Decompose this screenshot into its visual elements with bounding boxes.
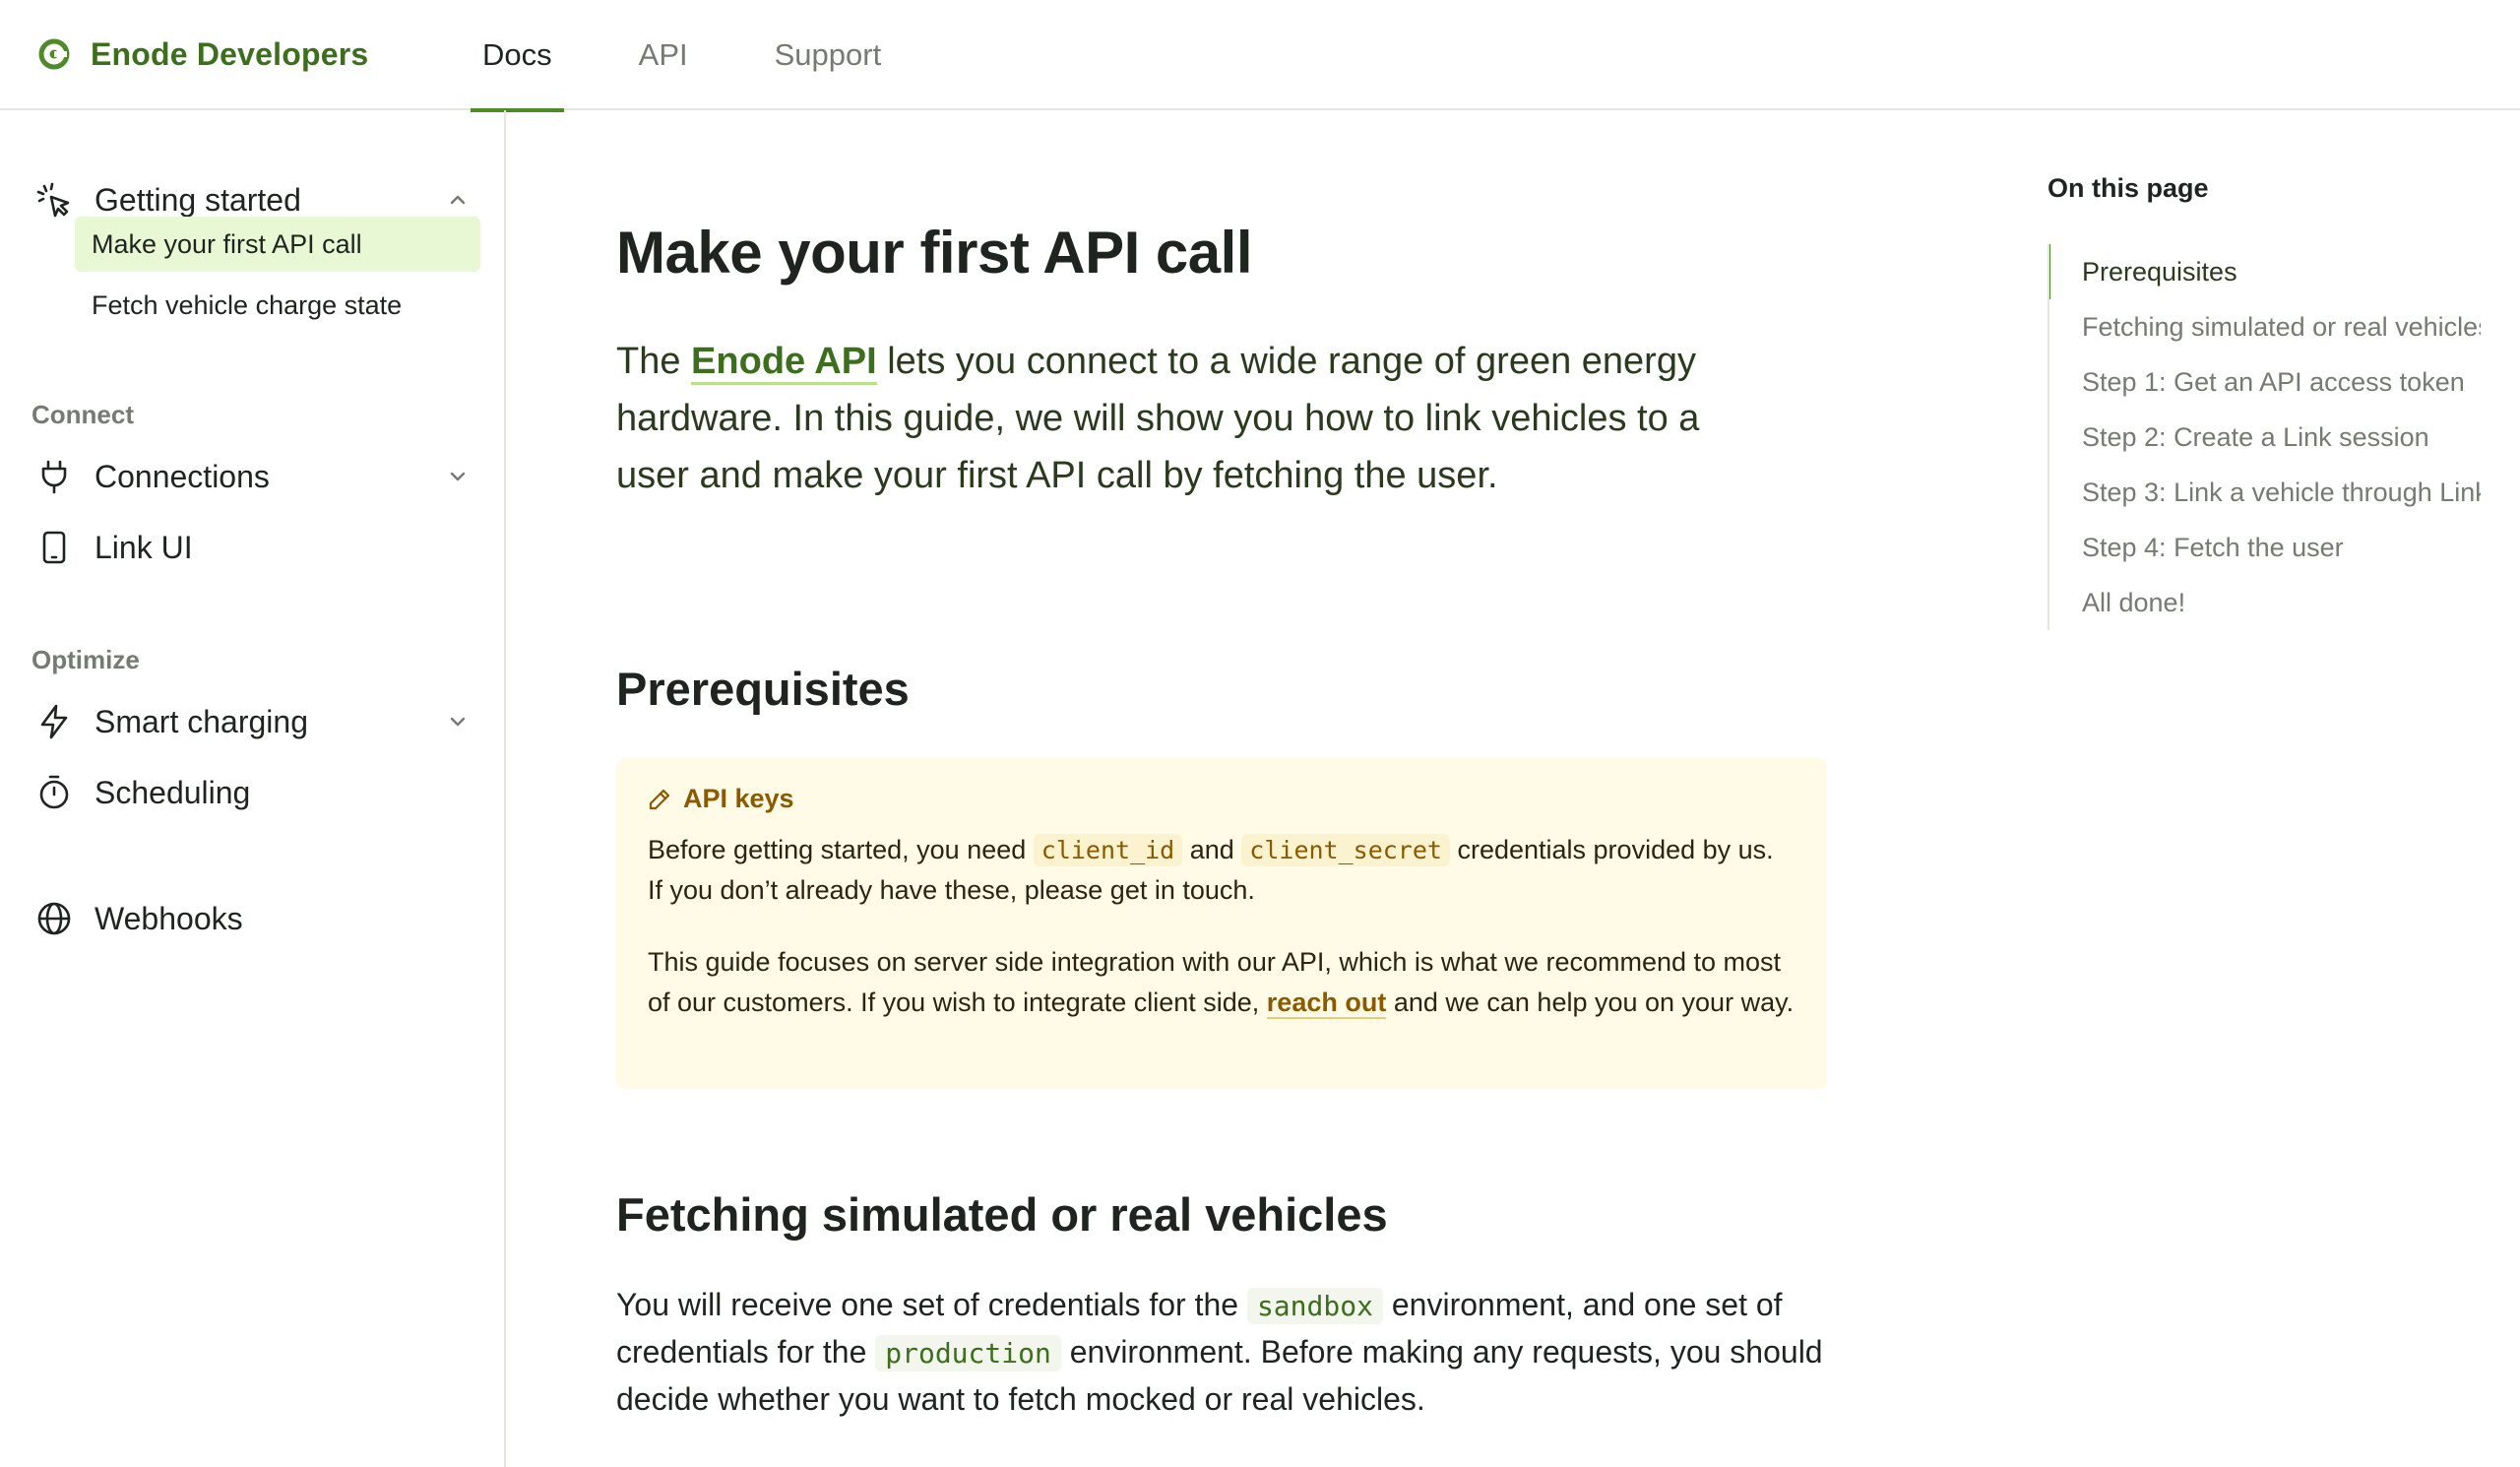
sidebar-item-label: Webhooks	[94, 900, 243, 936]
code-sandbox: sandbox	[1246, 1288, 1383, 1324]
code-client-secret: client_secret	[1241, 834, 1450, 866]
page-title: Make your first API call	[616, 220, 1253, 286]
sidebar-item-make-first-api-call[interactable]: Make your first API call	[75, 217, 480, 272]
sidebar: Getting started Make your first API call…	[0, 110, 506, 1467]
toc-item-fetching[interactable]: Fetching simulated or real vehicles	[2049, 299, 2481, 354]
prerequisites-heading: Prerequisites	[616, 663, 910, 715]
callout-paragraph: This guide focuses on server side integr…	[648, 942, 1796, 1023]
lightning-icon	[40, 704, 68, 739]
sidebar-item-fetch-vehicle-charge-state[interactable]: Fetch vehicle charge state	[75, 278, 480, 333]
callout-text: and	[1182, 835, 1242, 864]
toc-item-step-4[interactable]: Step 4: Fetch the user	[2049, 520, 2481, 575]
code-client-id: client_id	[1033, 834, 1183, 866]
sidebar-item-label: Connections	[94, 458, 270, 494]
on-this-page: On this page Prerequisites Fetching simu…	[2048, 173, 2481, 630]
sidebar-heading-connect: Connect	[32, 400, 134, 429]
sidebar-item-label: Scheduling	[94, 774, 251, 810]
toc-item-step-2[interactable]: Step 2: Create a Link session	[2049, 410, 2481, 465]
sidebar-item-label: Smart charging	[94, 703, 308, 739]
toc-item-all-done[interactable]: All done!	[2049, 575, 2481, 630]
pencil-icon	[649, 789, 670, 809]
toc-title: On this page	[2048, 173, 2209, 203]
brand[interactable]: Enode Developers	[37, 32, 368, 77]
pointer-click-icon	[36, 182, 70, 218]
callout-paragraph: Before getting started, you need client_…	[648, 830, 1796, 911]
lead-text: The	[616, 341, 692, 382]
fetching-paragraph: You will receive one set of credentials …	[616, 1282, 1827, 1422]
api-keys-callout: API keys Before getting started, you nee…	[616, 758, 1827, 1089]
chevron-down-icon[interactable]	[447, 711, 469, 733]
sidebar-item-scheduling[interactable]: Scheduling	[35, 766, 469, 819]
toc-item-prerequisites[interactable]: Prerequisites	[2049, 244, 2481, 299]
plug-icon	[41, 460, 67, 494]
sidebar-item-label: Link UI	[94, 529, 193, 565]
sidebar-item-link-ui[interactable]: Link UI	[35, 521, 469, 574]
chevron-up-icon[interactable]	[447, 189, 469, 211]
brand-name: Enode Developers	[91, 35, 369, 72]
globe-icon	[37, 902, 71, 935]
callout-title-text: API keys	[683, 784, 794, 813]
callout-text: and we can help you on your way.	[1386, 988, 1795, 1017]
phone-icon	[42, 531, 66, 564]
sidebar-item-smart-charging[interactable]: Smart charging	[35, 695, 469, 748]
stopwatch-icon	[39, 775, 69, 809]
chevron-down-icon[interactable]	[447, 466, 469, 487]
sidebar-item-connections[interactable]: Connections	[35, 450, 469, 503]
top-nav: Docs API Support	[471, 0, 956, 112]
callout-title: API keys	[648, 784, 1796, 814]
toc-item-step-3[interactable]: Step 3: Link a vehicle through Link UI	[2049, 465, 2481, 520]
toc-list: Prerequisites Fetching simulated or real…	[2048, 244, 2481, 630]
fetching-heading: Fetching simulated or real vehicles	[616, 1188, 1388, 1241]
enode-api-link[interactable]: Enode API	[691, 341, 877, 385]
sidebar-heading-optimize: Optimize	[32, 645, 140, 674]
enode-logo-icon	[38, 38, 70, 70]
tab-api[interactable]: API	[627, 0, 700, 110]
tab-support[interactable]: Support	[763, 0, 894, 110]
reach-out-link[interactable]: reach out	[1266, 988, 1387, 1019]
code-production: production	[875, 1335, 1061, 1371]
toc-item-step-1[interactable]: Step 1: Get an API access token	[2049, 354, 2481, 410]
body-text: You will receive one set of credentials …	[616, 1287, 1247, 1322]
lead-paragraph: The Enode API lets you connect to a wide…	[616, 333, 1729, 504]
callout-text: Before getting started, you need	[648, 835, 1034, 864]
sidebar-item-label: Getting started	[94, 181, 301, 218]
top-bar: Enode Developers Docs API Support	[0, 0, 2520, 112]
tab-docs[interactable]: Docs	[471, 0, 564, 112]
sidebar-item-webhooks[interactable]: Webhooks	[35, 892, 469, 945]
